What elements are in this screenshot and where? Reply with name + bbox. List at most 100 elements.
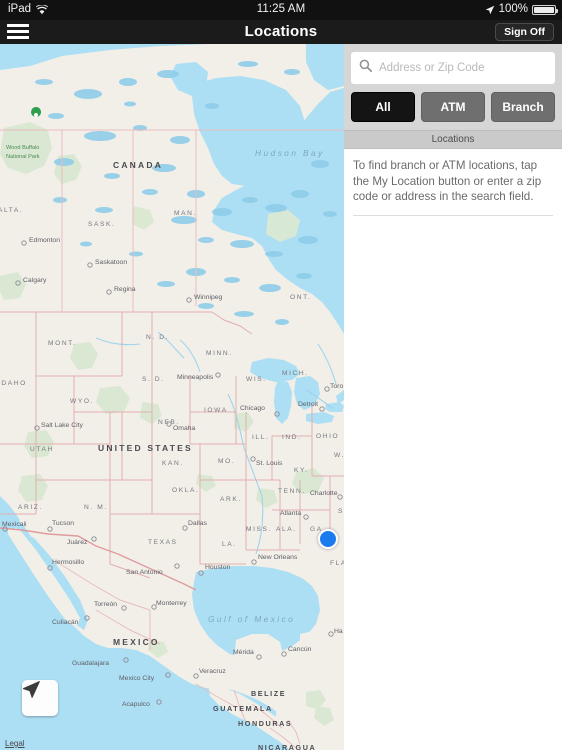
map-view[interactable]: Hudson Bay Gulf of Mexico CANADA UNITED … [0,44,344,750]
map-country-label: GUATEMALA [213,704,273,713]
svg-text:Edmonton: Edmonton [29,237,60,244]
svg-text:MICH.: MICH. [282,370,309,377]
svg-text:IOWA: IOWA [204,407,228,414]
svg-text:MAN.: MAN. [174,210,197,217]
svg-text:Tucson: Tucson [52,520,74,527]
svg-text:Charlotte: Charlotte [310,490,338,497]
svg-text:TEXAS: TEXAS [148,539,178,546]
svg-text:Mexicali: Mexicali [2,521,27,528]
svg-text:Hermosillo: Hermosillo [52,559,84,566]
svg-text:Ha: Ha [334,628,343,635]
navigation-bar: Locations Sign Off [0,20,562,44]
svg-text:OHIO: OHIO [316,433,339,440]
map-country-label: BELIZE [251,689,286,698]
svg-text:KY.: KY. [294,467,309,474]
search-icon [359,59,373,77]
svg-text:ALTA.: ALTA. [0,207,23,214]
segment-branch[interactable]: Branch [491,92,555,122]
divider [353,214,553,216]
svg-text:ARK.: ARK. [220,496,242,503]
svg-text:National Park: National Park [6,154,40,160]
status-bar-right: 100% [485,3,558,15]
segment-all[interactable]: All [351,92,415,122]
svg-text:Minneapolis: Minneapolis [177,374,214,381]
svg-text:Calgary: Calgary [23,277,47,284]
svg-text:Guadalajara: Guadalajara [72,660,109,667]
map-country-label: CANADA [113,160,163,170]
page-title: Locations [244,23,318,40]
sign-off-button[interactable]: Sign Off [495,23,554,41]
svg-text:Torreón: Torreón [94,601,117,608]
search-input[interactable]: Address or Zip Code [351,52,555,84]
svg-text:KAN.: KAN. [162,460,184,467]
svg-text:Atlanta: Atlanta [280,510,301,517]
svg-text:N. M.: N. M. [84,504,108,511]
svg-text:IND.: IND. [282,434,302,441]
empty-state-message: To find branch or ATM locations, tap the… [353,159,542,203]
svg-text:ALA.: ALA. [276,526,297,533]
svg-text:ARIZ.: ARIZ. [18,504,43,511]
svg-text:N. D.: N. D. [146,334,169,341]
map-country-label: MEXICO [113,637,160,647]
map-country-label: UNITED STATES [98,443,193,453]
my-location-button[interactable] [22,680,58,716]
user-location-marker [318,529,338,549]
battery-percent-label: 100% [498,3,528,15]
svg-text:UTAH: UTAH [30,446,54,453]
svg-text:Saskatoon: Saskatoon [95,259,127,266]
svg-text:Omaha: Omaha [173,425,196,432]
svg-text:Dallas: Dallas [188,520,207,527]
svg-text:W.: W. [334,452,344,459]
location-arrow-icon [485,5,495,15]
svg-text:New Orleans: New Orleans [258,554,298,561]
svg-text:WYO.: WYO. [70,398,94,405]
svg-text:S. D.: S. D. [142,376,165,383]
svg-text:Detroit: Detroit [298,401,318,408]
status-bar-time: 11:25 AM [256,3,306,15]
svg-text:San Antonio: San Antonio [126,569,163,576]
svg-text:Wood Buffalo: Wood Buffalo [6,145,39,151]
svg-text:FLA.: FLA. [330,560,344,567]
battery-full-icon [532,5,558,15]
map-country-label: HONDURAS [238,719,292,728]
svg-text:Houston: Houston [205,564,231,571]
svg-text:Mexico City: Mexico City [119,675,155,682]
svg-text:Mérida: Mérida [233,649,254,656]
status-bar: iPad 11:25 AM 100% [0,0,562,20]
svg-text:TENN.: TENN. [278,488,306,495]
svg-text:Winnipeg: Winnipeg [194,294,223,301]
map-water-label: Hudson Bay [255,148,325,158]
svg-text:Veracruz: Veracruz [199,668,226,675]
svg-text:Monterrey: Monterrey [156,600,187,607]
svg-text:Juárez: Juárez [67,539,88,546]
svg-text:ONT.: ONT. [290,294,311,301]
svg-text:LA.: LA. [222,541,237,548]
map-canvas: Hudson Bay Gulf of Mexico CANADA UNITED … [0,44,344,750]
map-country-label: NICARAGUA [258,743,316,750]
svg-text:WIS.: WIS. [246,376,267,383]
panel-content: To find branch or ATM locations, tap the… [344,149,562,216]
svg-text:ILL.: ILL. [252,434,269,441]
search-placeholder: Address or Zip Code [379,62,485,74]
search-bar-container: Address or Zip Code [344,44,562,84]
svg-text:MO.: MO. [218,458,235,465]
svg-text:Culiacán: Culiacán [52,619,79,626]
svg-text:OKLA.: OKLA. [172,487,199,494]
svg-text:MINN.: MINN. [206,350,233,357]
svg-text:Chicago: Chicago [240,405,265,412]
filter-segmented-control: All ATM Branch [344,84,562,130]
svg-text:IDAHO: IDAHO [0,380,27,387]
section-header: Locations [344,130,562,149]
svg-text:St. Louis: St. Louis [256,460,283,467]
svg-text:Acapulco: Acapulco [122,701,150,708]
svg-text:MONT.: MONT. [48,340,77,347]
svg-text:Regina: Regina [114,286,136,293]
svg-text:Toro: Toro [330,383,343,390]
ipad-locations-screen: iPad 11:25 AM 100% Locations Sign Off Hu… [0,0,562,750]
segment-atm[interactable]: ATM [421,92,485,122]
map-water-label: Gulf of Mexico [208,614,295,624]
locations-panel: Address or Zip Code All ATM Branch Locat… [344,44,562,750]
svg-text:Salt Lake City: Salt Lake City [41,422,84,429]
legal-link[interactable]: Legal [5,739,25,748]
svg-text:MISS.: MISS. [246,526,272,533]
